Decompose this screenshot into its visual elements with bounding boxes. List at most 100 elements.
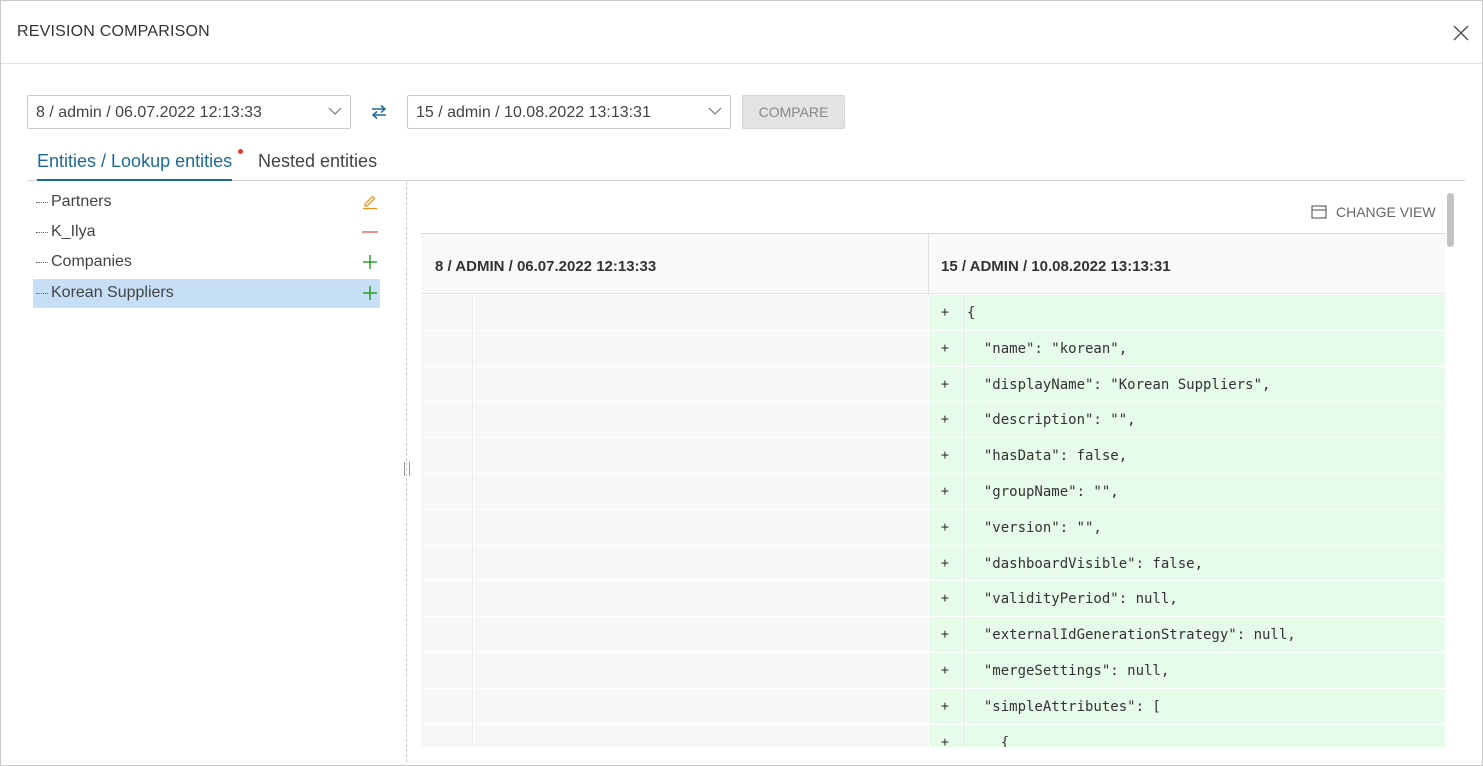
close-icon[interactable] [1451, 23, 1471, 43]
tab-entities-lookup[interactable]: Entities / Lookup entities [37, 151, 233, 181]
added-marker: + [941, 376, 949, 392]
right-gutter: + [929, 688, 962, 725]
splitter-handle[interactable] [404, 462, 410, 476]
code-line: "description": "", [967, 412, 1136, 429]
tree-item-label: Korean Suppliers [51, 284, 174, 301]
tree-item-companies[interactable]: Companies [33, 248, 380, 277]
left-gutter [421, 688, 473, 725]
diff-panel: CHANGE VIEW 8 / ADMIN / 06.07.2022 12:13… [421, 182, 1456, 747]
added-marker: + [941, 663, 949, 678]
tab-nested-entities[interactable]: Nested entities [258, 151, 377, 172]
diff-row: +{ [421, 295, 1445, 331]
diff-row: + "mergeSettings": null, [421, 653, 1445, 689]
left-gutter [421, 724, 473, 747]
code-line: "externalIdGenerationStrategy": null, [967, 627, 1296, 644]
left-gutter [421, 509, 473, 546]
right-gutter: + [929, 474, 962, 510]
changes-indicator-dot [238, 149, 243, 154]
code-line: "groupName": "", [967, 484, 1119, 500]
swap-icon[interactable] [370, 103, 388, 121]
right-gutter: + [929, 724, 962, 747]
code-line: { [967, 734, 1010, 747]
left-code-cell [474, 366, 928, 403]
chevron-down-icon [328, 107, 342, 115]
right-gutter: + [929, 581, 962, 618]
diff-row: + "validityPeriod": null, [421, 581, 1445, 618]
left-gutter [421, 617, 473, 653]
left-code-cell [474, 688, 928, 725]
tree-item-label: Companies [51, 253, 132, 270]
left-code-cell [474, 509, 928, 546]
added-marker: + [941, 448, 949, 464]
left-code-cell [474, 438, 928, 474]
left-code-cell [474, 581, 928, 618]
tree-connector [36, 232, 48, 233]
tree-item-label: Partners [51, 193, 112, 210]
right-code-cell: { [963, 295, 1445, 331]
compare-button[interactable]: COMPARE [742, 95, 845, 129]
left-gutter [421, 438, 473, 474]
layout-icon [1311, 205, 1327, 219]
tree-item-partners[interactable]: Partners [33, 188, 380, 217]
plus-icon [363, 255, 377, 269]
right-revision-select[interactable]: 15 / admin / 10.08.2022 13:13:31 [407, 95, 731, 129]
right-code-cell: "displayName": "Korean Suppliers", [963, 366, 1445, 403]
minus-icon [362, 231, 378, 233]
left-gutter [421, 474, 473, 510]
right-gutter: + [929, 295, 962, 331]
scrollbar-thumb[interactable] [1447, 193, 1454, 247]
added-marker: + [941, 340, 949, 356]
code-line: "dashboardVisible": false, [967, 555, 1204, 572]
diff-row: + "version": "", [421, 509, 1445, 546]
right-code-cell: "dashboardVisible": false, [963, 545, 1445, 582]
diff-rows: +{+ "name": "korean", + "displayName": "K… [421, 295, 1445, 747]
added-marker: + [941, 627, 949, 643]
code-line: { [967, 305, 976, 321]
tree-item-korean-suppliers[interactable]: Korean Suppliers [33, 279, 380, 308]
left-code-cell [474, 402, 928, 439]
diff-header: 8 / ADMIN / 06.07.2022 12:13:33 15 / ADM… [421, 233, 1445, 295]
right-code-cell: "simpleAttributes": [ [963, 688, 1445, 725]
code-line: "version": "", [967, 519, 1102, 536]
right-gutter: + [929, 438, 962, 474]
diff-row: + "groupName": "", [421, 474, 1445, 510]
left-gutter [421, 545, 473, 582]
tree-connector [36, 293, 48, 294]
code-line: "mergeSettings": null, [967, 663, 1170, 679]
revision-comparison-dialog: REVISION COMPARISON 8 / admin / 06.07.20… [0, 0, 1483, 766]
added-marker: + [941, 591, 949, 607]
added-marker: + [941, 734, 949, 747]
right-gutter: + [929, 653, 962, 689]
right-code-cell: "version": "", [963, 509, 1445, 546]
right-code-cell: "mergeSettings": null, [963, 653, 1445, 689]
right-code-cell: "description": "", [963, 402, 1445, 439]
diff-row: + "dashboardVisible": false, [421, 545, 1445, 582]
code-line: "simpleAttributes": [ [967, 698, 1161, 715]
diff-row: + { [421, 724, 1445, 747]
left-gutter [421, 330, 473, 367]
left-revision-select[interactable]: 8 / admin / 06.07.2022 12:13:33 [27, 95, 351, 129]
diff-row: + "simpleAttributes": [ [421, 688, 1445, 725]
right-revision-value: 15 / admin / 10.08.2022 13:13:31 [416, 104, 651, 121]
right-gutter: + [929, 617, 962, 653]
change-view-label: CHANGE VIEW [1336, 204, 1436, 220]
left-revision-header: 8 / ADMIN / 06.07.2022 12:13:33 [435, 258, 657, 275]
left-code-cell [474, 617, 928, 653]
right-gutter: + [929, 330, 962, 367]
right-gutter: + [929, 509, 962, 546]
added-marker: + [941, 412, 949, 428]
left-gutter [421, 366, 473, 403]
diff-row: + "name": "korean", [421, 330, 1445, 367]
tree-item-k-ilya[interactable]: K_Ilya [33, 218, 380, 247]
added-marker: + [941, 305, 949, 320]
code-line: "name": "korean", [967, 340, 1128, 357]
plus-icon [363, 286, 377, 300]
tree-connector [36, 202, 48, 203]
left-gutter [421, 581, 473, 618]
added-marker: + [941, 555, 949, 571]
code-line: "validityPeriod": null, [967, 591, 1178, 608]
left-code-cell [474, 545, 928, 582]
left-gutter [421, 402, 473, 439]
right-code-cell: "name": "korean", [963, 330, 1445, 367]
diff-row: + "externalIdGenerationStrategy": null, [421, 617, 1445, 653]
